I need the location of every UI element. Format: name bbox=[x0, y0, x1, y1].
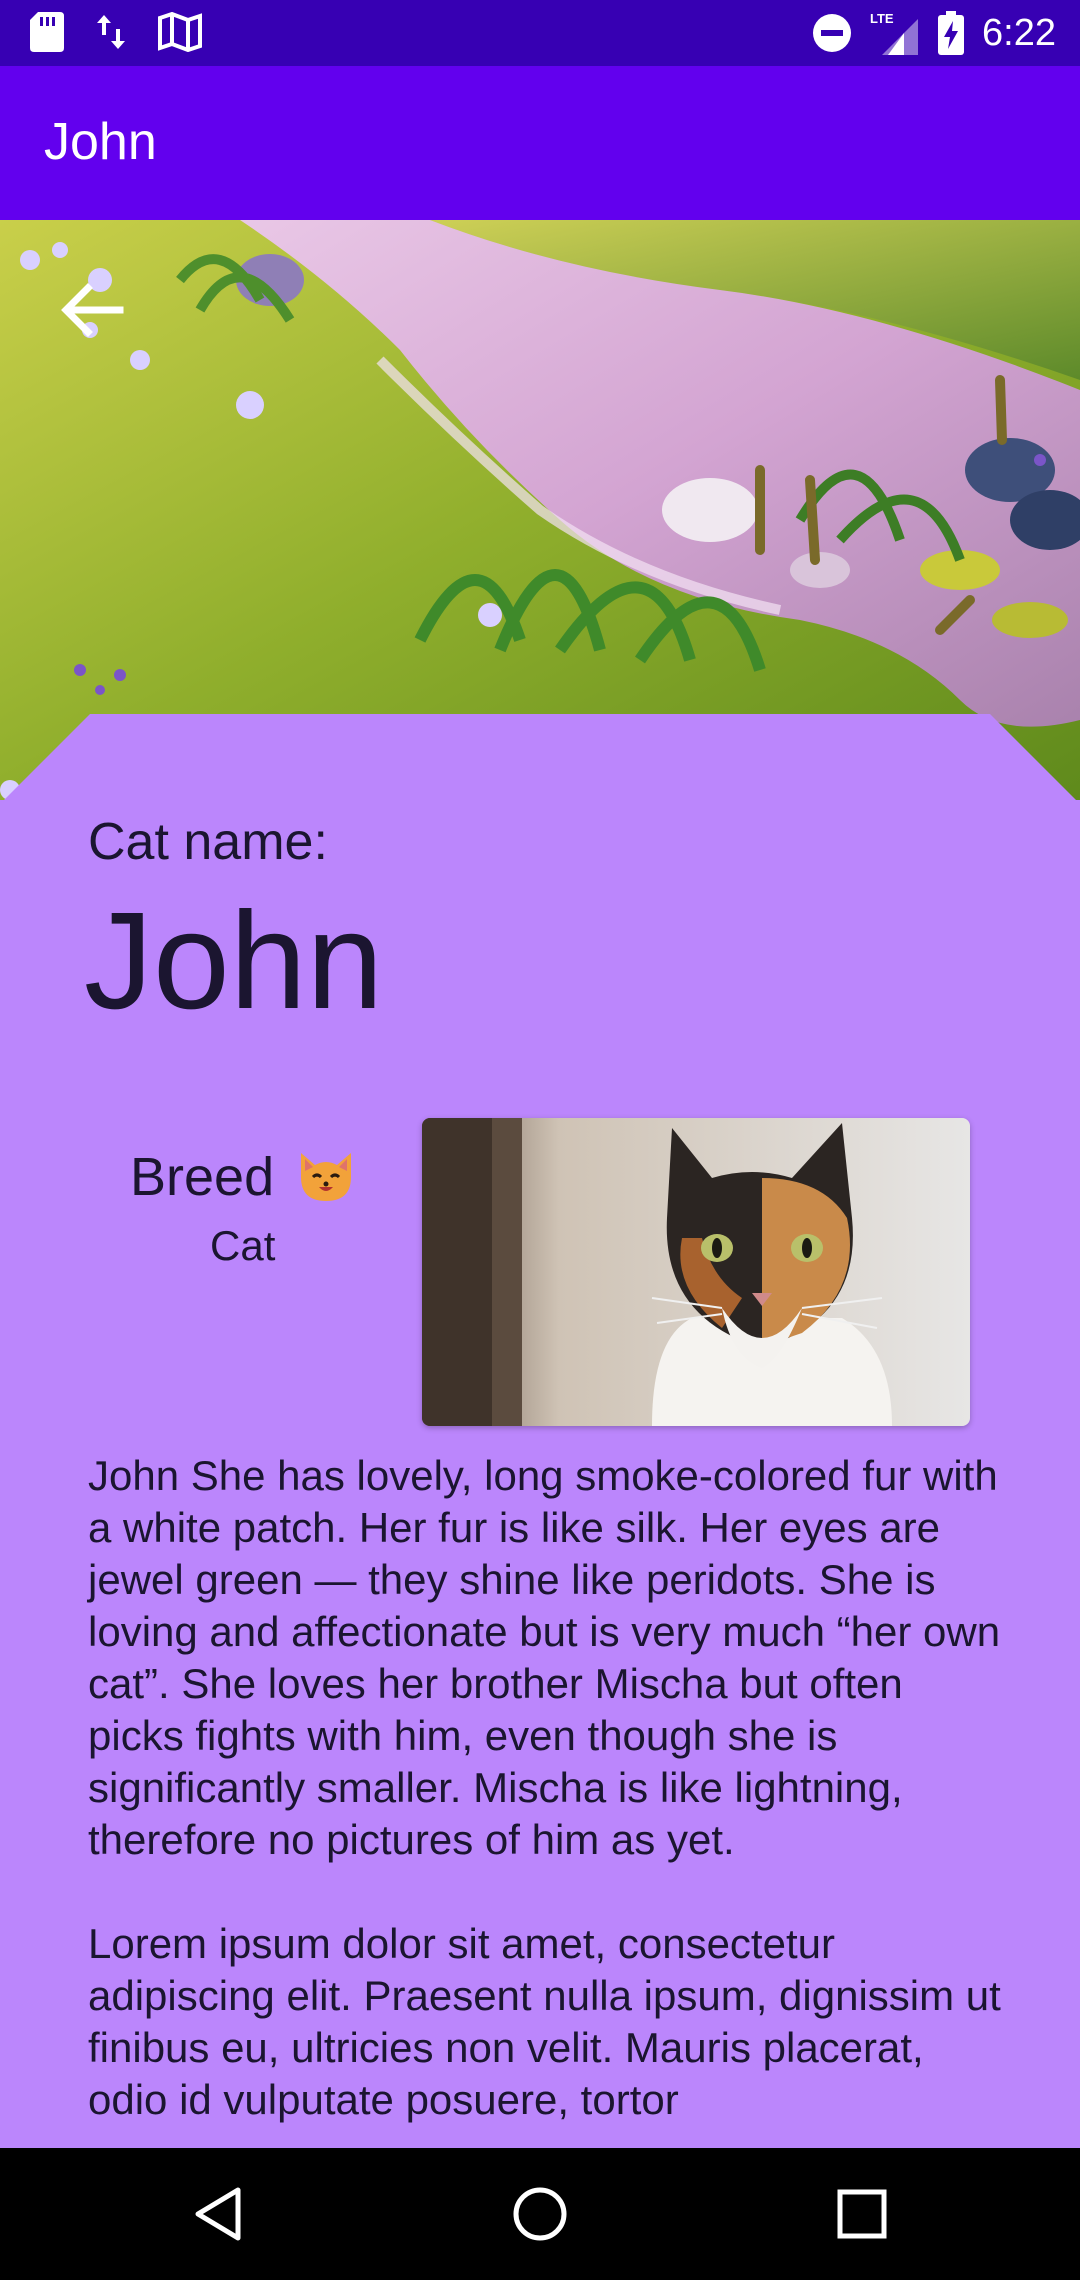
do-not-disturb-icon bbox=[812, 13, 852, 53]
app-bar-title: John bbox=[44, 113, 157, 171]
cat-name-label: Cat name: bbox=[88, 813, 328, 871]
cat-description: John She has lovely, long smoke-colored … bbox=[88, 1452, 1001, 2123]
navigation-bar bbox=[0, 2148, 1080, 2280]
status-bar: LTE 6:22 bbox=[0, 0, 1080, 66]
cat-photo bbox=[422, 1118, 970, 1426]
breed-label: Breed bbox=[130, 1147, 275, 1207]
status-bar-left bbox=[30, 12, 202, 52]
app-bar: John bbox=[0, 66, 1080, 220]
svg-text:LTE: LTE bbox=[870, 11, 894, 26]
back-triangle-icon bbox=[195, 2187, 241, 2241]
nav-recents-button[interactable] bbox=[832, 2184, 892, 2244]
nav-back-button[interactable] bbox=[190, 2184, 250, 2244]
header-landscape-image bbox=[0, 220, 1080, 800]
sd-card-icon bbox=[30, 12, 64, 52]
nav-home-button[interactable] bbox=[510, 2184, 570, 2244]
lte-signal-icon: LTE bbox=[870, 11, 920, 55]
back-button[interactable] bbox=[50, 270, 130, 350]
data-transfer-icon bbox=[96, 13, 126, 51]
cat-detail-card: Cat name: John Breed Cat John She has lo… bbox=[0, 714, 1080, 2148]
home-circle-icon bbox=[513, 2187, 567, 2241]
cat-detail-screen: LTE 6:22 John Cat name: John Breed Cat J… bbox=[0, 0, 1080, 2280]
battery-charging-icon bbox=[938, 11, 965, 55]
cat-name: John bbox=[84, 884, 384, 1038]
breed-heading: Breed bbox=[130, 1146, 357, 1208]
arrow-back-icon bbox=[61, 283, 124, 337]
map-icon bbox=[158, 12, 202, 52]
recents-square-icon bbox=[837, 2189, 887, 2239]
status-time: 6:22 bbox=[982, 12, 1056, 54]
status-bar-right: LTE 6:22 bbox=[812, 6, 1056, 60]
breed-value: Cat bbox=[210, 1222, 276, 1269]
cat-face-icon bbox=[295, 1147, 357, 1205]
